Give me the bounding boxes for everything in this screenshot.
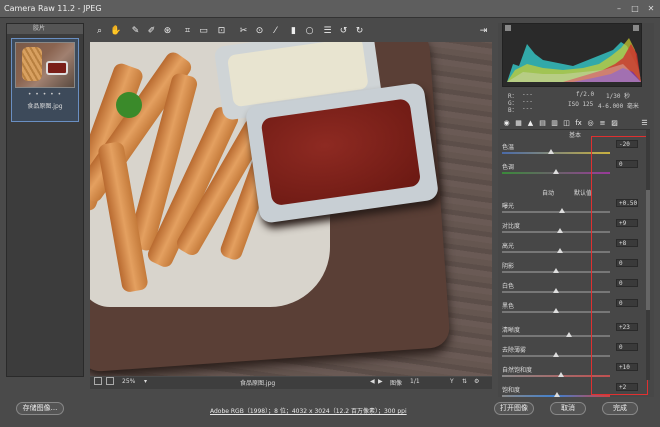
slider-knob[interactable] (557, 248, 564, 253)
window-title: Camera Raw 11.2 - JPEG (4, 4, 102, 13)
image-preview[interactable] (90, 42, 492, 376)
tab-tone-curve-icon[interactable]: ▦ (514, 119, 523, 128)
slider-label: 饱和度 (502, 387, 521, 394)
straighten-icon[interactable]: ▭ (198, 26, 209, 37)
filmstrip-header: 胶片 (7, 24, 83, 34)
spot-removal-icon[interactable]: ✂ (238, 26, 249, 37)
next-image-icon[interactable]: ▶ (378, 378, 383, 385)
graduated-filter-icon[interactable]: ▮ (288, 26, 299, 37)
open-image-button[interactable]: 打开图像 (494, 402, 534, 415)
slider-knob[interactable] (553, 169, 559, 174)
tab-split-toning-icon[interactable]: ▥ (550, 119, 559, 128)
panel-scrollbar[interactable] (646, 130, 650, 380)
tab-calibration-icon[interactable]: ◎ (586, 119, 595, 128)
workflow-options-link[interactable]: Adobe RGB（1998）；8 位；4032 x 3024（12.2 百万像… (210, 406, 407, 415)
zoom-dropdown-icon[interactable]: ▾ (144, 378, 147, 385)
tab-basic-icon[interactable]: ◉ (502, 119, 511, 128)
rating-stars[interactable]: • • • • • (15, 91, 75, 98)
export-icon[interactable]: ⇥ (478, 26, 489, 37)
tab-presets-icon[interactable]: ≡ (598, 119, 607, 128)
zoom-icon[interactable]: ⌕ (94, 26, 105, 37)
highlight-box (591, 136, 648, 395)
tab-effects-icon[interactable]: fx (574, 119, 583, 128)
preferences-icon[interactable]: ☰ (322, 26, 333, 37)
slider-knob[interactable] (553, 308, 559, 313)
slider-knob[interactable] (553, 268, 559, 273)
minimize-icon[interactable]: – (614, 4, 624, 13)
tab-snapshots-icon[interactable]: ▨ (610, 119, 619, 128)
image-label: 图像 (390, 380, 403, 387)
target-adjust-icon[interactable]: ⊛ (162, 26, 173, 37)
filename-label: 食品原图.jpg (240, 380, 276, 387)
highlight-clip-icon[interactable] (633, 25, 639, 31)
slider-knob[interactable] (553, 288, 559, 293)
ketchup-dish (244, 82, 440, 224)
slider-knob[interactable] (565, 332, 572, 337)
save-image-button[interactable]: 存储图像... (16, 402, 64, 415)
compare-icon[interactable]: ⇅ (462, 378, 467, 385)
zoom-in-icon[interactable] (106, 377, 114, 385)
hand-icon[interactable]: ✋ (110, 26, 121, 37)
slider-label: 高光 (502, 243, 515, 250)
default-button[interactable]: 默认值 (574, 188, 592, 197)
slider-label: 对比度 (502, 223, 521, 230)
slider-label: 曝光 (502, 203, 515, 210)
slider-knob[interactable] (558, 372, 565, 377)
histogram (502, 23, 642, 87)
zoom-level[interactable]: 25% (122, 378, 135, 385)
color-sampler-icon[interactable]: ✐ (146, 26, 157, 37)
slider-label: 清晰度 (502, 327, 521, 334)
shadow-clip-icon[interactable] (505, 25, 511, 31)
status-bar: 25% ▾ 食品原图.jpg ◀ ▶ 图像 1/1 Y ⇅ ⚙ (90, 377, 492, 389)
filmstrip-thumbnail[interactable]: • • • • • 食品原图.jpg (11, 38, 79, 122)
herb-garnish (116, 92, 142, 118)
white-balance-icon[interactable]: ✎ (130, 26, 141, 37)
slider-label: 白色 (502, 283, 515, 290)
camera-info: R： --- G： --- B： --- f/2.0 1/30 秒 ISO 12… (508, 91, 639, 114)
tab-hsl-icon[interactable]: ▤ (538, 119, 547, 128)
thumbnail-caption: 食品原图.jpg (27, 103, 63, 110)
slider-label: 色温 (502, 144, 515, 151)
panel-menu-icon[interactable]: ☰ (640, 119, 649, 128)
crop-icon[interactable]: ⌗ (182, 26, 193, 37)
auto-button[interactable]: 自动 (542, 188, 554, 197)
transform-icon[interactable]: ⊡ (216, 26, 227, 37)
slider-knob[interactable] (557, 228, 564, 233)
panel-tabs: ◉ ▦ ▲ ▤ ▥ ◫ fx ◎ ≡ ▨ ☰ (500, 118, 650, 130)
slider-knob[interactable] (553, 352, 559, 357)
slider-knob[interactable] (559, 208, 566, 213)
filmstrip-panel: 胶片 • • • • • 食品原图.jpg (6, 23, 84, 377)
title-bar: Camera Raw 11.2 - JPEG – □ ✕ (0, 0, 660, 18)
radial-filter-icon[interactable]: ○ (304, 26, 315, 37)
slider-knob[interactable] (547, 149, 554, 154)
slider-label: 色调 (502, 164, 515, 171)
slider-label: 黑色 (502, 303, 515, 310)
close-icon[interactable]: ✕ (646, 4, 656, 13)
thumbnail-sauce (46, 61, 68, 75)
view-mode-icon[interactable]: Y (450, 378, 454, 385)
zoom-out-icon[interactable] (94, 377, 102, 385)
red-eye-icon[interactable]: ⊙ (254, 26, 265, 37)
tab-lens-icon[interactable]: ◫ (562, 119, 571, 128)
slider-label: 去除薄雾 (502, 347, 527, 354)
tab-detail-icon[interactable]: ▲ (526, 119, 535, 128)
prev-image-icon[interactable]: ◀ (370, 378, 375, 385)
cancel-button[interactable]: 取消 (550, 402, 586, 415)
page-counter: 1/1 (410, 378, 420, 385)
tool-bar: ⌕ ✋ ✎ ✐ ⊛ ⌗ ▭ ⊡ ✂ ⊙ ⁄ ▮ ○ ☰ ↺ ↻ ⇥ (92, 24, 492, 40)
maximize-icon[interactable]: □ (630, 4, 640, 13)
rotate-ccw-icon[interactable]: ↺ (338, 26, 349, 37)
slider-label: 阴影 (502, 263, 515, 270)
camera-raw-window: Camera Raw 11.2 - JPEG – □ ✕ 胶片 • • • • … (0, 0, 660, 427)
settings-icon[interactable]: ⚙ (474, 378, 479, 385)
done-button[interactable]: 完成 (602, 402, 638, 415)
adjustment-brush-icon[interactable]: ⁄ (270, 26, 281, 37)
slider-label: 自然饱和度 (502, 367, 533, 374)
rotate-cw-icon[interactable]: ↻ (354, 26, 365, 37)
thumbnail-fries (22, 47, 42, 81)
bottom-bar: 存储图像... Adobe RGB（1998）；8 位；4032 x 3024（… (0, 397, 660, 427)
thumbnail-image (15, 42, 75, 88)
